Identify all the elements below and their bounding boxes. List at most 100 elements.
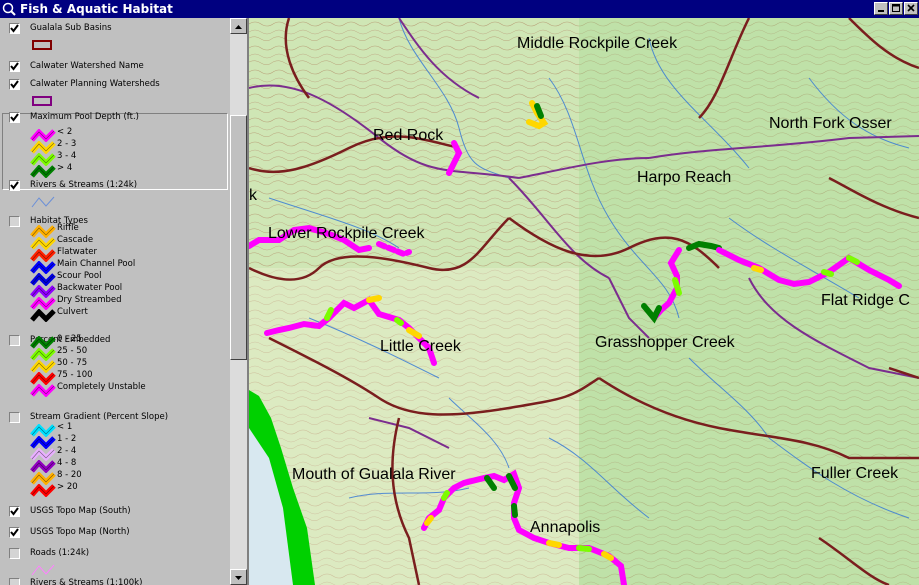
legend-item: 2 - 3: [30, 139, 230, 155]
legend-item-label: 50 - 75: [57, 358, 88, 368]
map-view[interactable]: Middle Rockpile Creek Red Rock North Fork …: [249, 18, 919, 585]
legend-item-label: Main Channel Pool: [57, 259, 136, 269]
maximize-button[interactable]: [889, 2, 903, 15]
scroll-thumb[interactable]: [230, 115, 247, 360]
window-title: Fish & Aquatic Habitat: [20, 2, 173, 16]
layer-name[interactable]: Maximum Pool Depth (ft.): [30, 112, 139, 122]
legend-item: 1 - 2: [30, 434, 230, 450]
layer-name[interactable]: Rivers & Streams (1:24k): [30, 180, 137, 190]
legend-item-label: Cascade: [57, 235, 94, 245]
legend-item-label: Culvert: [57, 307, 88, 317]
legend-item: 0 - 25: [30, 334, 230, 350]
legend-item: 50 - 75: [30, 358, 230, 374]
layer-checkbox-8[interactable]: [9, 506, 20, 517]
map-label: k: [249, 187, 257, 204]
legend-item: < 1: [30, 422, 230, 438]
layer-name[interactable]: Calwater Watershed Name: [30, 61, 144, 71]
legend-item-label: Dry Streambed: [57, 295, 122, 305]
legend-item: Dry Streambed: [30, 295, 230, 311]
legend-item: Culvert: [30, 307, 230, 323]
map-label: Middle Rockpile Creek: [517, 35, 678, 52]
checkmark-icon: [10, 507, 19, 516]
legend-item-label: 8 - 20: [57, 470, 82, 480]
layer-checkbox-2[interactable]: [9, 79, 20, 90]
legend-item-label: Scour Pool: [57, 271, 102, 281]
legend-item: Backwater Pool: [30, 283, 230, 299]
legend-item: Completely Unstable: [30, 382, 230, 398]
line-symbol: [30, 194, 56, 213]
map-label: Flat Ridge C: [821, 292, 910, 309]
layer-name[interactable]: Gualala Sub Basins: [30, 23, 112, 33]
legend-item-label: > 4: [57, 163, 73, 173]
layer-name[interactable]: USGS Topo Map (South): [30, 506, 131, 516]
layer-name[interactable]: Roads (1:24k): [30, 548, 89, 558]
legend-item-label: 75 - 100: [57, 370, 93, 380]
legend-item: Cascade: [30, 235, 230, 251]
legend-item-label: Completely Unstable: [57, 382, 146, 392]
maximize-icon: [892, 4, 900, 12]
legend-item: 4 - 8: [30, 458, 230, 474]
legend-item: > 4: [30, 163, 230, 179]
checkmark-icon: [10, 62, 19, 71]
layer-checkbox-4[interactable]: [9, 180, 20, 191]
legend-item-label: 3 - 4: [57, 151, 77, 161]
layer-checkbox-3[interactable]: [9, 112, 20, 123]
layer-checkbox-9[interactable]: [9, 527, 20, 538]
legend-item-label: Flatwater: [57, 247, 98, 257]
legend-item-label: 0 - 25: [57, 334, 82, 344]
legend-list: Gualala Sub Basins Calwater Watershed Nam…: [0, 18, 230, 585]
legend-item: 75 - 100: [30, 370, 230, 386]
layer-name[interactable]: USGS Topo Map (North): [30, 527, 130, 537]
checkmark-icon: [10, 528, 19, 537]
zigzag-symbol-icon: [30, 482, 56, 501]
legend-panel: Gualala Sub Basins Calwater Watershed Nam…: [0, 18, 248, 585]
polygon-symbol: [32, 96, 52, 106]
legend-item-label: 2 - 3: [57, 139, 77, 149]
legend-item-label: 25 - 50: [57, 346, 88, 356]
legend-item: 8 - 20: [30, 470, 230, 486]
legend-item: Riffle: [30, 223, 230, 239]
map-label: North Fork Osser: [769, 115, 892, 132]
legend-item-label: > 20: [57, 482, 78, 492]
checkmark-icon: [10, 24, 19, 33]
layer-checkbox-5[interactable]: [9, 216, 20, 227]
map-label: Lower Rockpile Creek: [268, 225, 425, 242]
scroll-up-button[interactable]: [230, 18, 247, 34]
minimize-button[interactable]: [874, 2, 888, 15]
map-label: Annapolis: [530, 519, 601, 536]
topo-map: [249, 18, 919, 585]
layer-name[interactable]: Calwater Planning Watersheds: [30, 79, 160, 89]
checkmark-icon: [10, 80, 19, 89]
legend-item: Scour Pool: [30, 271, 230, 287]
close-icon: [907, 4, 915, 12]
layer-checkbox-0[interactable]: [9, 23, 20, 34]
layer-name[interactable]: Stream Gradient (Percent Slope): [30, 412, 168, 422]
legend-item: 25 - 50: [30, 346, 230, 362]
map-label: Harpo Reach: [637, 169, 732, 186]
legend-item-label: 1 - 2: [57, 434, 77, 444]
checkmark-icon: [10, 181, 19, 190]
close-button[interactable]: [904, 2, 918, 15]
layer-name[interactable]: Rivers & Streams (1:100k): [30, 578, 142, 585]
map-label: Red Rock: [373, 127, 444, 144]
legend-item-label: 4 - 8: [57, 458, 77, 468]
title-bar: Fish & Aquatic Habitat: [0, 0, 919, 18]
layer-checkbox-7[interactable]: [9, 412, 20, 423]
map-label: Mouth of Gualala River: [292, 466, 456, 483]
map-label: Fuller Creek: [811, 465, 899, 482]
arrow-down-icon: [235, 576, 242, 580]
zigzag-symbol-icon: [30, 382, 56, 401]
layer-checkbox-11[interactable]: [9, 578, 20, 585]
legend-item: 2 - 4: [30, 446, 230, 462]
legend-scrollbar[interactable]: [230, 18, 247, 585]
layer-checkbox-6[interactable]: [9, 335, 20, 346]
legend-item: > 20: [30, 482, 230, 498]
layer-checkbox-1[interactable]: [9, 61, 20, 72]
legend-item-label: Riffle: [57, 223, 79, 233]
legend-item: Main Channel Pool: [30, 259, 230, 275]
scroll-down-button[interactable]: [230, 569, 247, 585]
layer-checkbox-10[interactable]: [9, 548, 20, 559]
legend-item: Flatwater: [30, 247, 230, 263]
arrow-up-icon: [235, 25, 242, 29]
map-label: Grasshopper Creek: [595, 334, 735, 351]
